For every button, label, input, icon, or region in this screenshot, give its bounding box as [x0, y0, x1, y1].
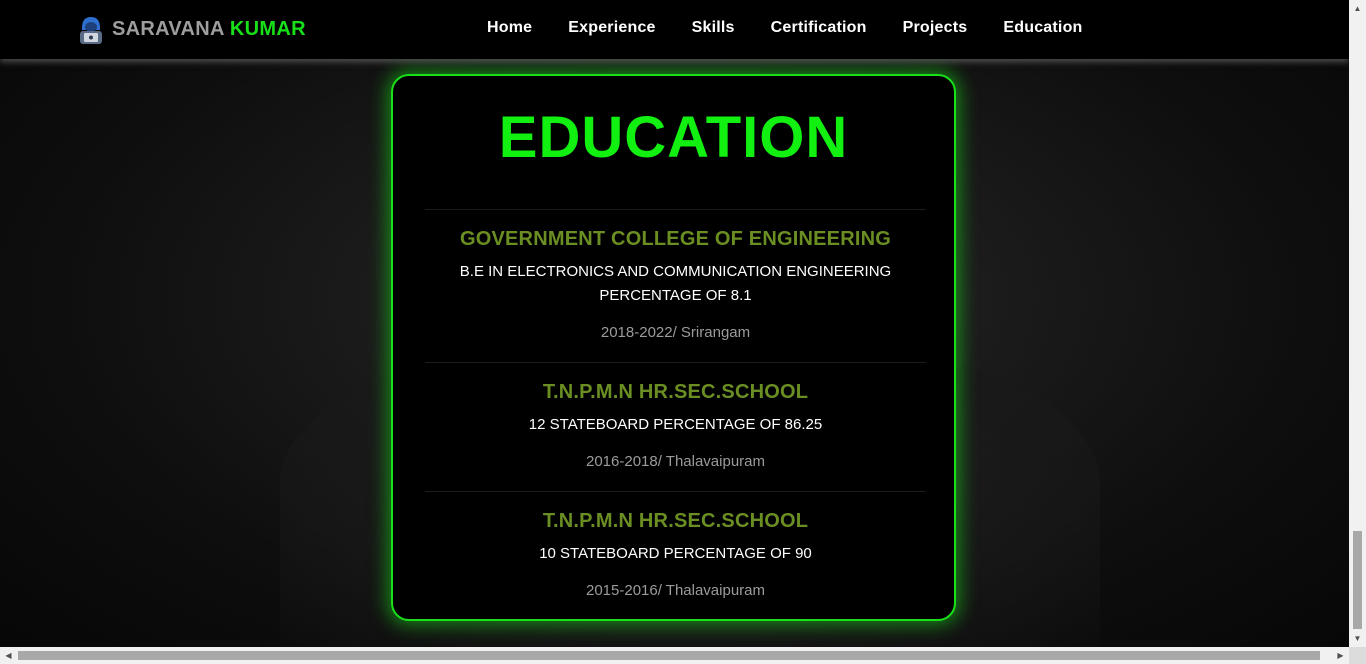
entry-meta: 2018-2022/ Srirangam — [600, 324, 751, 341]
entry-degree-line: 12 STATEBOARD PERCENTAGE OF 86.25 — [528, 416, 823, 433]
nav-link-experience[interactable]: Experience — [568, 19, 655, 37]
nav-link-education[interactable]: Education — [1003, 19, 1082, 37]
entry-meta: 2015-2016/ Thalavaipuram — [585, 582, 765, 599]
entry-degree-line: B.E IN ELECTRONICS AND COMMUNICATION ENG… — [459, 263, 892, 280]
nav-link-projects[interactable]: Projects — [903, 19, 968, 37]
education-entry: T.N.P.M.N HR.SEC.SCHOOL 10 STATEBOARD PE… — [425, 491, 926, 602]
brand-name: SARAVANA KUMAR — [112, 18, 306, 41]
brand[interactable]: SARAVANA KUMAR — [78, 14, 306, 44]
scrollbar-corner — [1349, 647, 1366, 664]
vertical-scroll-thumb[interactable] — [1353, 531, 1362, 629]
nav-link-home[interactable]: Home — [487, 19, 532, 37]
navbar: SARAVANA KUMAR Home Experience Skills Ce… — [0, 0, 1349, 59]
page: SARAVANA KUMAR Home Experience Skills Ce… — [0, 0, 1366, 664]
entry-degree: 12 STATEBOARD PERCENTAGE OF 86.25 — [425, 413, 926, 437]
hacker-avatar-icon — [80, 17, 102, 44]
education-title: EDUCATION — [498, 105, 849, 170]
nav-link-skills[interactable]: Skills — [692, 19, 735, 37]
entry-degree-line: 10 STATEBOARD PERCENTAGE OF 90 — [539, 545, 812, 562]
education-entry: GOVERNMENT COLLEGE OF ENGINEERING B.E IN… — [425, 209, 926, 362]
scroll-up-arrow-icon[interactable]: ▲ — [1349, 0, 1366, 17]
education-entry: T.N.P.M.N HR.SEC.SCHOOL 12 STATEBOARD PE… — [425, 362, 926, 491]
scroll-down-arrow-icon[interactable]: ▼ — [1349, 630, 1366, 647]
entry-school: T.N.P.M.N HR.SEC.SCHOOL — [542, 510, 809, 532]
entry-school: GOVERNMENT COLLEGE OF ENGINEERING — [459, 228, 892, 250]
vertical-scrollbar[interactable]: ▲ ▼ — [1349, 0, 1366, 647]
scroll-right-arrow-icon[interactable]: ▶ — [1332, 647, 1349, 664]
horizontal-scrollbar[interactable]: ◀ ▶ — [0, 647, 1349, 664]
horizontal-scroll-thumb[interactable] — [18, 651, 1320, 660]
brand-last-name: KUMAR — [229, 17, 306, 40]
scroll-left-arrow-icon[interactable]: ◀ — [0, 647, 17, 664]
entry-meta: 2016-2018/ Thalavaipuram — [585, 453, 765, 470]
entry-degree: 10 STATEBOARD PERCENTAGE OF 90 — [425, 542, 926, 566]
entry-degree-line: PERCENTAGE OF 8.1 — [599, 287, 752, 304]
entry-degree: B.E IN ELECTRONICS AND COMMUNICATION ENG… — [425, 260, 926, 308]
entry-school: T.N.P.M.N HR.SEC.SCHOOL — [542, 381, 809, 403]
nav-links: Home Experience Skills Certification Pro… — [487, 19, 1083, 37]
education-card: EDUCATION GOVERNMENT COLLEGE OF ENGINEER… — [391, 74, 956, 621]
nav-link-certification[interactable]: Certification — [771, 19, 867, 37]
brand-first-name: SARAVANA — [112, 17, 225, 40]
